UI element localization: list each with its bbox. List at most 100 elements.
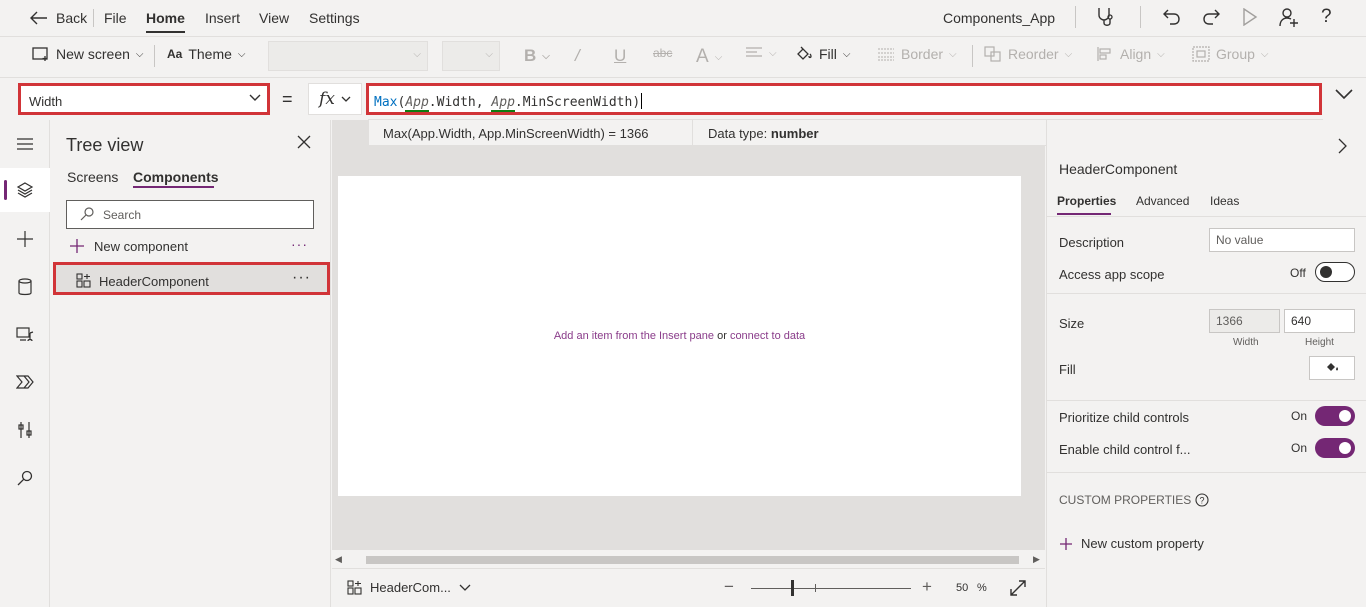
- rail-media[interactable]: [0, 313, 50, 357]
- align-button[interactable]: Align ⌵: [1096, 46, 1165, 62]
- undo-icon[interactable]: [1162, 7, 1182, 27]
- info-icon[interactable]: ?: [1195, 493, 1209, 507]
- formula-input[interactable]: Max(App.Width, App.MinScreenWidth): [366, 83, 1322, 115]
- new-custom-property-label: New custom property: [1081, 536, 1204, 551]
- tab-properties[interactable]: Properties: [1057, 194, 1116, 208]
- menu-home[interactable]: Home: [146, 10, 185, 26]
- tab-screens[interactable]: Screens: [67, 169, 118, 185]
- media-icon: [16, 327, 34, 343]
- fill-color-picker[interactable]: [1309, 356, 1355, 380]
- bold-button[interactable]: B ⌵: [524, 46, 550, 66]
- insert-pane-link[interactable]: Add an item from the Insert pane: [554, 330, 714, 342]
- height-input[interactable]: 640: [1284, 309, 1355, 333]
- fit-to-window-icon[interactable]: [1010, 580, 1026, 596]
- new-component-button[interactable]: New component: [69, 238, 188, 254]
- function-button[interactable]: fx: [308, 83, 362, 115]
- expand-formula-chevron-icon[interactable]: [1334, 88, 1354, 100]
- rail-insert[interactable]: [0, 217, 50, 261]
- prioritize-state: On: [1291, 409, 1308, 423]
- horizontal-scrollbar[interactable]: ◀ ▶: [332, 552, 1045, 568]
- reorder-button[interactable]: Reorder ⌵: [984, 46, 1072, 62]
- zoom-slider-thumb[interactable]: [791, 580, 794, 596]
- prioritize-toggle[interactable]: [1315, 406, 1355, 426]
- scroll-right-icon[interactable]: ▶: [1033, 554, 1040, 565]
- tab-components[interactable]: Components: [133, 169, 219, 185]
- zoom-slider[interactable]: [751, 588, 911, 589]
- rail-active-indicator: [4, 180, 7, 200]
- toggle-knob: [1339, 442, 1351, 454]
- app-checker-icon[interactable]: [1095, 6, 1117, 28]
- new-screen-button[interactable]: New screen ⌵: [32, 46, 144, 62]
- new-screen-icon: [32, 47, 50, 61]
- tree-item-headercomponent[interactable]: HeaderComponent ···: [53, 262, 330, 295]
- zoom-in-button[interactable]: +: [922, 577, 932, 597]
- zoom-unit: %: [977, 582, 987, 594]
- more-options-icon[interactable]: ···: [292, 269, 311, 287]
- scrollbar-thumb[interactable]: [366, 556, 1019, 564]
- divider: [1140, 6, 1141, 28]
- hamburger-menu-button[interactable]: [0, 122, 50, 166]
- data-type-label: Data type:: [708, 126, 771, 141]
- share-user-icon[interactable]: [1278, 6, 1300, 28]
- strikethrough-button[interactable]: abc: [653, 46, 672, 60]
- tab-active-underline: [1057, 213, 1111, 215]
- menu-bar: Back File Home Insert View Settings Comp…: [0, 0, 1366, 36]
- description-input[interactable]: No value: [1209, 228, 1355, 252]
- reorder-icon: [984, 46, 1002, 62]
- rail-tree-view[interactable]: [0, 168, 50, 212]
- back-button[interactable]: Back: [30, 10, 87, 26]
- tree-search-input[interactable]: Search: [66, 200, 314, 229]
- selected-component-name: HeaderComponent: [1059, 161, 1178, 177]
- fx-icon: fx: [319, 89, 335, 109]
- group-button[interactable]: Group ⌵: [1192, 46, 1269, 62]
- tree-view-title: Tree view: [66, 135, 144, 155]
- property-dropdown[interactable]: Width: [18, 83, 270, 115]
- rail-power-automate[interactable]: [0, 360, 50, 404]
- menu-insert[interactable]: Insert: [205, 10, 240, 26]
- screen-selector[interactable]: HeaderCom...: [347, 580, 471, 595]
- formula-member: .MinScreenWidth: [514, 95, 633, 110]
- new-custom-property-button[interactable]: New custom property: [1059, 536, 1204, 551]
- fill-button[interactable]: Fill ⌵: [795, 46, 850, 62]
- close-icon[interactable]: [297, 135, 311, 149]
- font-size-dropdown[interactable]: ⌵: [442, 41, 500, 71]
- tab-ideas[interactable]: Ideas: [1210, 194, 1239, 208]
- theme-button[interactable]: Aa Theme ⌵: [167, 46, 246, 62]
- connect-data-link[interactable]: connect to data: [730, 330, 805, 342]
- menu-file[interactable]: File: [104, 10, 127, 26]
- help-icon[interactable]: ?: [1321, 6, 1332, 28]
- zoom-slider-tick: [815, 584, 816, 592]
- text-align-button[interactable]: ⌵: [745, 46, 777, 60]
- component-artboard[interactable]: Add an item from the Insert pane or conn…: [338, 176, 1021, 496]
- back-arrow-icon: [30, 11, 48, 25]
- layers-icon: [16, 181, 34, 199]
- tree-view-panel: Tree view Screens Components Search New …: [51, 120, 331, 607]
- chevron-right-icon[interactable]: [1337, 138, 1347, 154]
- underline-button[interactable]: U: [614, 46, 626, 66]
- rail-search[interactable]: [0, 456, 50, 500]
- border-button[interactable]: Border ⌵: [877, 46, 957, 62]
- ribbon: New screen ⌵ Aa Theme ⌵ ⌵ ⌵ B ⌵ / U abc A…: [0, 36, 1366, 76]
- font-dropdown[interactable]: ⌵: [268, 41, 428, 71]
- font-color-button[interactable]: A ⌵: [696, 46, 722, 68]
- redo-icon[interactable]: [1201, 7, 1221, 27]
- scroll-left-icon[interactable]: ◀: [335, 554, 342, 565]
- new-component-label: New component: [94, 238, 188, 254]
- custom-properties-header: CUSTOM PROPERTIES ?: [1059, 493, 1209, 507]
- access-scope-state: Off: [1290, 266, 1306, 280]
- data-type: Data type: number: [708, 126, 819, 141]
- divider: [972, 45, 973, 67]
- enable-child-toggle[interactable]: [1315, 438, 1355, 458]
- hamburger-icon: [16, 137, 34, 151]
- zoom-out-button[interactable]: −: [724, 577, 734, 597]
- height-sublabel: Height: [1305, 337, 1334, 348]
- rail-data[interactable]: [0, 265, 50, 309]
- play-icon[interactable]: [1242, 8, 1258, 26]
- access-scope-toggle[interactable]: [1315, 262, 1355, 282]
- menu-settings[interactable]: Settings: [309, 10, 360, 26]
- tab-advanced[interactable]: Advanced: [1136, 194, 1189, 208]
- rail-advanced-tools[interactable]: [0, 408, 50, 452]
- italic-button[interactable]: /: [575, 46, 580, 66]
- menu-view[interactable]: View: [259, 10, 289, 26]
- more-options-icon[interactable]: ···: [291, 236, 308, 252]
